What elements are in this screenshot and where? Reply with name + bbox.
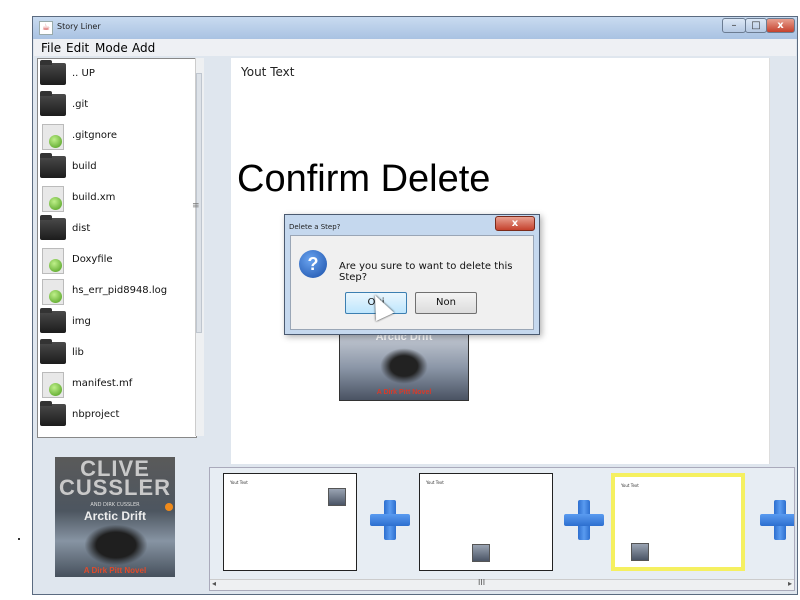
add-step-icon[interactable] (370, 500, 410, 540)
timeline-scrollbar[interactable]: ◂ III ▸ (210, 578, 794, 590)
editor-text[interactable]: Yout Text (241, 65, 294, 79)
file-label: nbproject (72, 409, 120, 420)
file-icon (42, 186, 64, 212)
editor-title[interactable]: Confirm Delete (237, 158, 490, 201)
cover-title: Arctic Drift (83, 509, 146, 523)
editor-image[interactable]: Arctic Drift A Dirk Pitt Novel (339, 327, 469, 401)
thumb-image (472, 544, 490, 562)
file-label: build.xm (72, 192, 116, 203)
no-button[interactable]: Non (415, 292, 477, 314)
file-row-manifest[interactable]: manifest.mf (38, 369, 196, 400)
step-thumbnail-2[interactable]: Yout Text (419, 473, 553, 571)
menu-add[interactable]: Add (132, 41, 155, 55)
scroll-right-icon[interactable]: ▸ (788, 579, 792, 588)
file-label: img (72, 316, 91, 327)
scroll-grip-icon[interactable]: III (478, 578, 485, 587)
add-step-icon[interactable] (564, 500, 604, 540)
step-timeline: Yout Text Yout Text Yout Text ◂ III ▸ (209, 467, 795, 591)
folder-icon (40, 401, 66, 426)
image-footer: A Dirk Pitt Novel (376, 389, 432, 396)
file-label: dist (72, 223, 91, 234)
folder-icon (40, 215, 66, 240)
dialog-message: Are you sure to want to delete this Step… (339, 261, 513, 283)
file-row-nbproject[interactable]: nbproject (38, 400, 196, 431)
thumb-text: Yout Text (230, 480, 248, 485)
file-label: .gitgnore (72, 130, 118, 141)
cover-footer: A Dirk Pitt Novel (83, 566, 147, 575)
file-row-dist[interactable]: dist (38, 214, 196, 245)
file-row-img[interactable]: img (38, 307, 196, 338)
menu-bar: File Edit Mode Add (34, 39, 796, 56)
ship-graphic (85, 525, 147, 565)
folder-icon (40, 91, 66, 116)
ship-graphic (380, 348, 428, 384)
step-thumbnail-1[interactable]: Yout Text (223, 473, 357, 571)
file-icon (42, 248, 64, 274)
thumb-image (631, 543, 649, 561)
file-row-hserr[interactable]: hs_err_pid8948.log (38, 276, 196, 307)
file-label: hs_err_pid8948.log (72, 285, 168, 296)
minimize-button[interactable]: – (722, 18, 746, 33)
thumb-text: Yout Text (621, 483, 639, 488)
file-label: lib (72, 347, 84, 358)
step-thumbnail-3-selected[interactable]: Yout Text (611, 473, 745, 571)
folder-icon (40, 60, 66, 85)
folder-icon (40, 308, 66, 333)
file-row-buildxml[interactable]: build.xm (38, 183, 196, 214)
close-button[interactable]: x (766, 18, 795, 33)
menu-edit[interactable]: Edit (66, 41, 89, 55)
window-title: Story Liner (57, 22, 101, 31)
dialog-body: ? Are you sure to want to delete this St… (290, 235, 534, 330)
thumb-text: Yout Text (426, 480, 444, 485)
dialog-close-button[interactable]: x (495, 216, 535, 231)
file-row-gitgnore[interactable]: .gitgnore (38, 121, 196, 152)
file-browser: .. UP .git .gitgnore build build.xm dist… (37, 58, 197, 438)
folder-icon (40, 339, 66, 364)
folder-icon (40, 153, 66, 178)
file-row-doxyfile[interactable]: Doxyfile (38, 245, 196, 276)
dialog-title: Delete a Step? (289, 223, 341, 231)
file-label: .. UP (72, 68, 95, 79)
file-icon (42, 124, 64, 150)
file-row-lib[interactable]: lib (38, 338, 196, 369)
file-row-up[interactable]: .. UP (38, 59, 196, 90)
add-step-icon[interactable] (760, 500, 794, 540)
pane-splitter[interactable] (205, 58, 209, 436)
title-bar[interactable]: ☕ Story Liner – □ x (33, 17, 797, 39)
file-label: Doxyfile (72, 254, 113, 265)
java-icon: ☕ (39, 21, 53, 35)
file-icon (42, 279, 64, 305)
cover-author: CLIVE CUSSLER (58, 457, 172, 500)
file-label: .git (72, 99, 89, 110)
file-row-git[interactable]: .git (38, 90, 196, 121)
book-cover-preview: CLIVE CUSSLER AND DIRK CUSSLER Arctic Dr… (55, 457, 175, 577)
thumb-image (328, 488, 346, 506)
cover-subtitle: AND DIRK CUSSLER (90, 502, 140, 508)
splitter-grip-icon[interactable]: ≡ (192, 201, 200, 211)
delete-step-dialog: Delete a Step? x ? Are you sure to want … (284, 214, 540, 335)
menu-mode[interactable]: Mode (95, 41, 128, 55)
scroll-left-icon[interactable]: ◂ (212, 579, 216, 588)
menu-file[interactable]: File (41, 41, 61, 55)
maximize-button[interactable]: □ (745, 18, 767, 33)
file-label: build (72, 161, 97, 172)
stray-dot (18, 538, 20, 540)
file-icon (42, 372, 64, 398)
question-icon: ? (299, 250, 327, 278)
file-label: manifest.mf (72, 378, 133, 389)
file-row-build[interactable]: build (38, 152, 196, 183)
